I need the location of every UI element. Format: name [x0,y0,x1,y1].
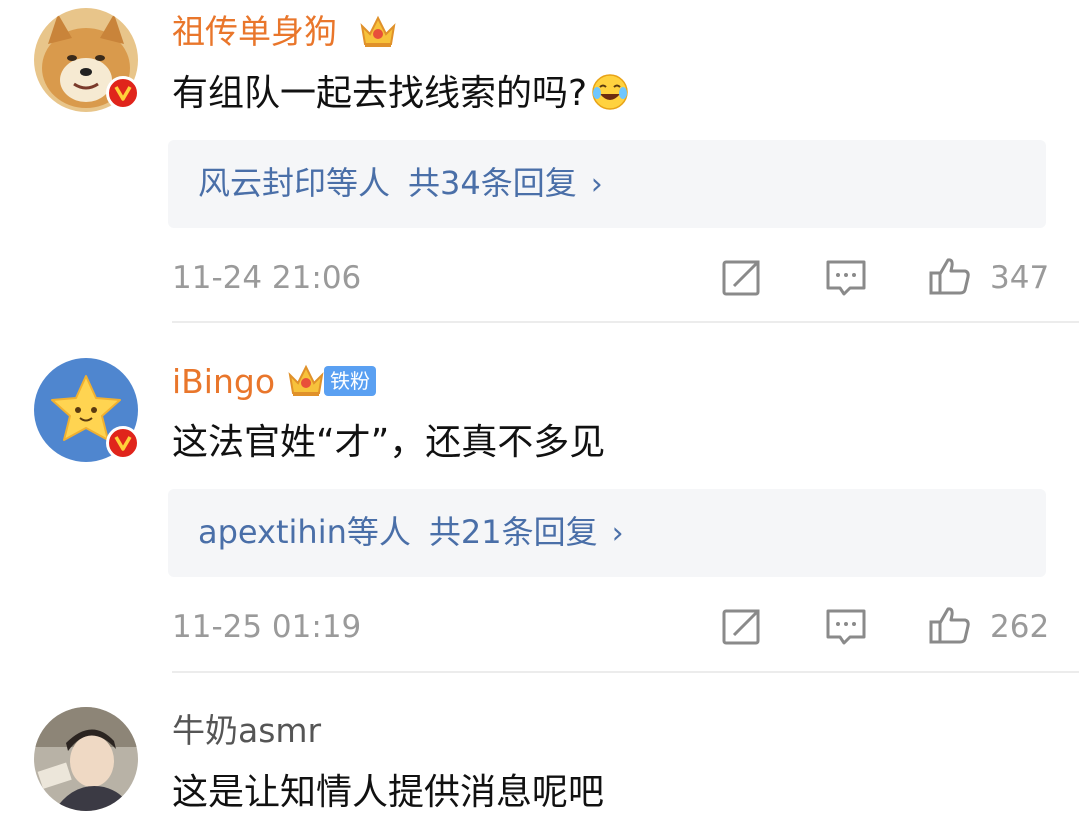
verified-badge-icon [106,76,140,110]
like-count: 347 [990,260,1050,296]
share-icon[interactable] [720,258,764,298]
divider [172,671,1079,673]
reply-count: 共34条回复 [408,164,577,202]
username[interactable]: 祖传单身狗 [172,12,337,52]
divider [172,321,1079,323]
like-count: 262 [990,609,1050,645]
reply-names: 风云封印等人 [198,164,391,202]
comment-icon[interactable] [824,607,868,647]
share-icon[interactable] [720,607,764,647]
crown-icon [288,364,324,396]
avatar[interactable] [34,358,140,462]
verified-badge-icon [106,426,140,460]
username[interactable]: 牛奶asmr [172,711,321,751]
crown-icon [360,15,396,47]
comment-text: 这法官姓“才”，还真不多见 [172,422,606,463]
like-icon[interactable] [928,256,972,296]
like-icon[interactable] [928,605,972,645]
comment-icon[interactable] [824,258,868,298]
comment-text: 这是让知情人提供消息呢吧 [172,772,605,813]
comment-item: 祖传单身狗 有组队一起去找线索的吗? 风云封印等人 共34条回复 › 11-24 2… [0,0,1079,325]
laughing-tears-emoji [592,74,628,110]
chevron-right-icon: › [590,167,603,202]
avatar[interactable] [34,8,140,112]
avatar[interactable] [34,707,138,811]
timestamp: 11-25 01:19 [172,609,362,645]
comment-text-content: 有组队一起去找线索的吗? [172,73,588,114]
comment-item: 牛奶asmr 这是让知情人提供消息呢吧 [0,675,1079,835]
reply-count: 共21条回复 [428,513,598,551]
fan-tag: 铁粉 [324,366,376,396]
chevron-right-icon: › [611,516,624,551]
username[interactable]: iBingo [172,362,275,402]
comment-item: iBingo 铁粉 这法官姓“才”，还真不多见 apextihin等人 共21条回… [0,325,1079,675]
reply-names: apextihin等人 [198,513,411,551]
timestamp: 11-24 21:06 [172,260,362,296]
replies-preview[interactable]: 风云封印等人 共34条回复 › [168,140,1046,228]
replies-preview[interactable]: apextihin等人 共21条回复 › [168,489,1046,577]
comment-text: 有组队一起去找线索的吗? [172,72,629,116]
